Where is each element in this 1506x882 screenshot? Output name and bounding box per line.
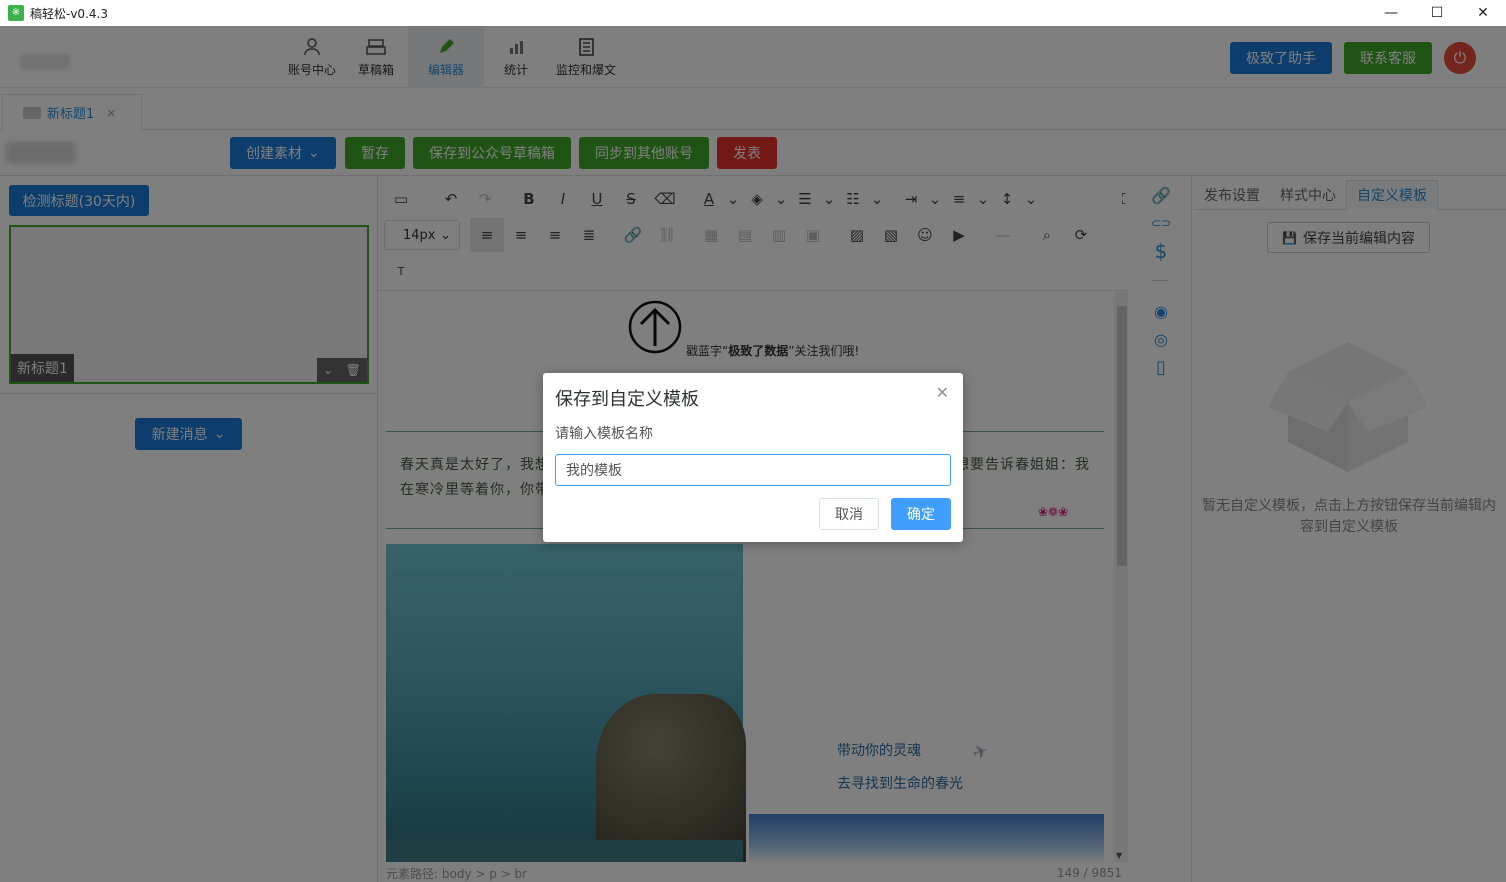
save-template-dialog: 保存到自定义模板 ✕ 请输入模板名称 取消 确定 [543, 373, 963, 542]
dialog-title: 保存到自定义模板 [555, 389, 699, 410]
dialog-label: 请输入模板名称 [555, 426, 653, 442]
maximize-button[interactable]: ☐ [1414, 0, 1460, 26]
minimize-button[interactable]: — [1368, 0, 1414, 26]
confirm-button[interactable]: 确定 [891, 498, 951, 530]
window-controls: — ☐ ✕ [1368, 0, 1506, 26]
cancel-button[interactable]: 取消 [819, 498, 879, 530]
close-window-button[interactable]: ✕ [1460, 0, 1506, 26]
app-logo-icon: ※ [8, 5, 24, 21]
title-bar: ※ 稿轻松-v0.4.3 — ☐ ✕ [0, 0, 1506, 26]
template-name-input[interactable] [555, 454, 951, 486]
window-title: 稿轻松-v0.4.3 [30, 6, 108, 21]
close-icon[interactable]: ✕ [936, 383, 949, 402]
app-window: ※ 稿轻松-v0.4.3 — ☐ ✕ 账号中心 草稿箱 编辑器 [0, 0, 1506, 882]
